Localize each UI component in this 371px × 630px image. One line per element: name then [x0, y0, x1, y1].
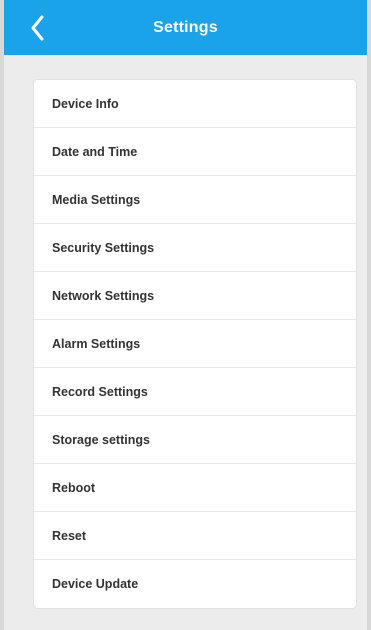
page-title: Settings	[153, 18, 218, 36]
menu-item-media-settings[interactable]: Media Settings	[34, 176, 356, 224]
menu-item-reset[interactable]: Reset	[34, 512, 356, 560]
menu-item-reboot[interactable]: Reboot	[34, 464, 356, 512]
menu-item-alarm-settings[interactable]: Alarm Settings	[34, 320, 356, 368]
settings-menu: Device Info Date and Time Media Settings…	[34, 80, 356, 608]
back-button[interactable]	[26, 14, 50, 42]
menu-item-date-and-time[interactable]: Date and Time	[34, 128, 356, 176]
app-header: Settings	[4, 0, 367, 55]
menu-item-record-settings[interactable]: Record Settings	[34, 368, 356, 416]
menu-item-device-update[interactable]: Device Update	[34, 560, 356, 608]
chevron-left-icon	[31, 15, 44, 41]
menu-item-security-settings[interactable]: Security Settings	[34, 224, 356, 272]
menu-item-network-settings[interactable]: Network Settings	[34, 272, 356, 320]
settings-screen: Settings Device Info Date and Time Media…	[0, 0, 371, 630]
menu-item-device-info[interactable]: Device Info	[34, 80, 356, 128]
menu-item-storage-settings[interactable]: Storage settings	[34, 416, 356, 464]
